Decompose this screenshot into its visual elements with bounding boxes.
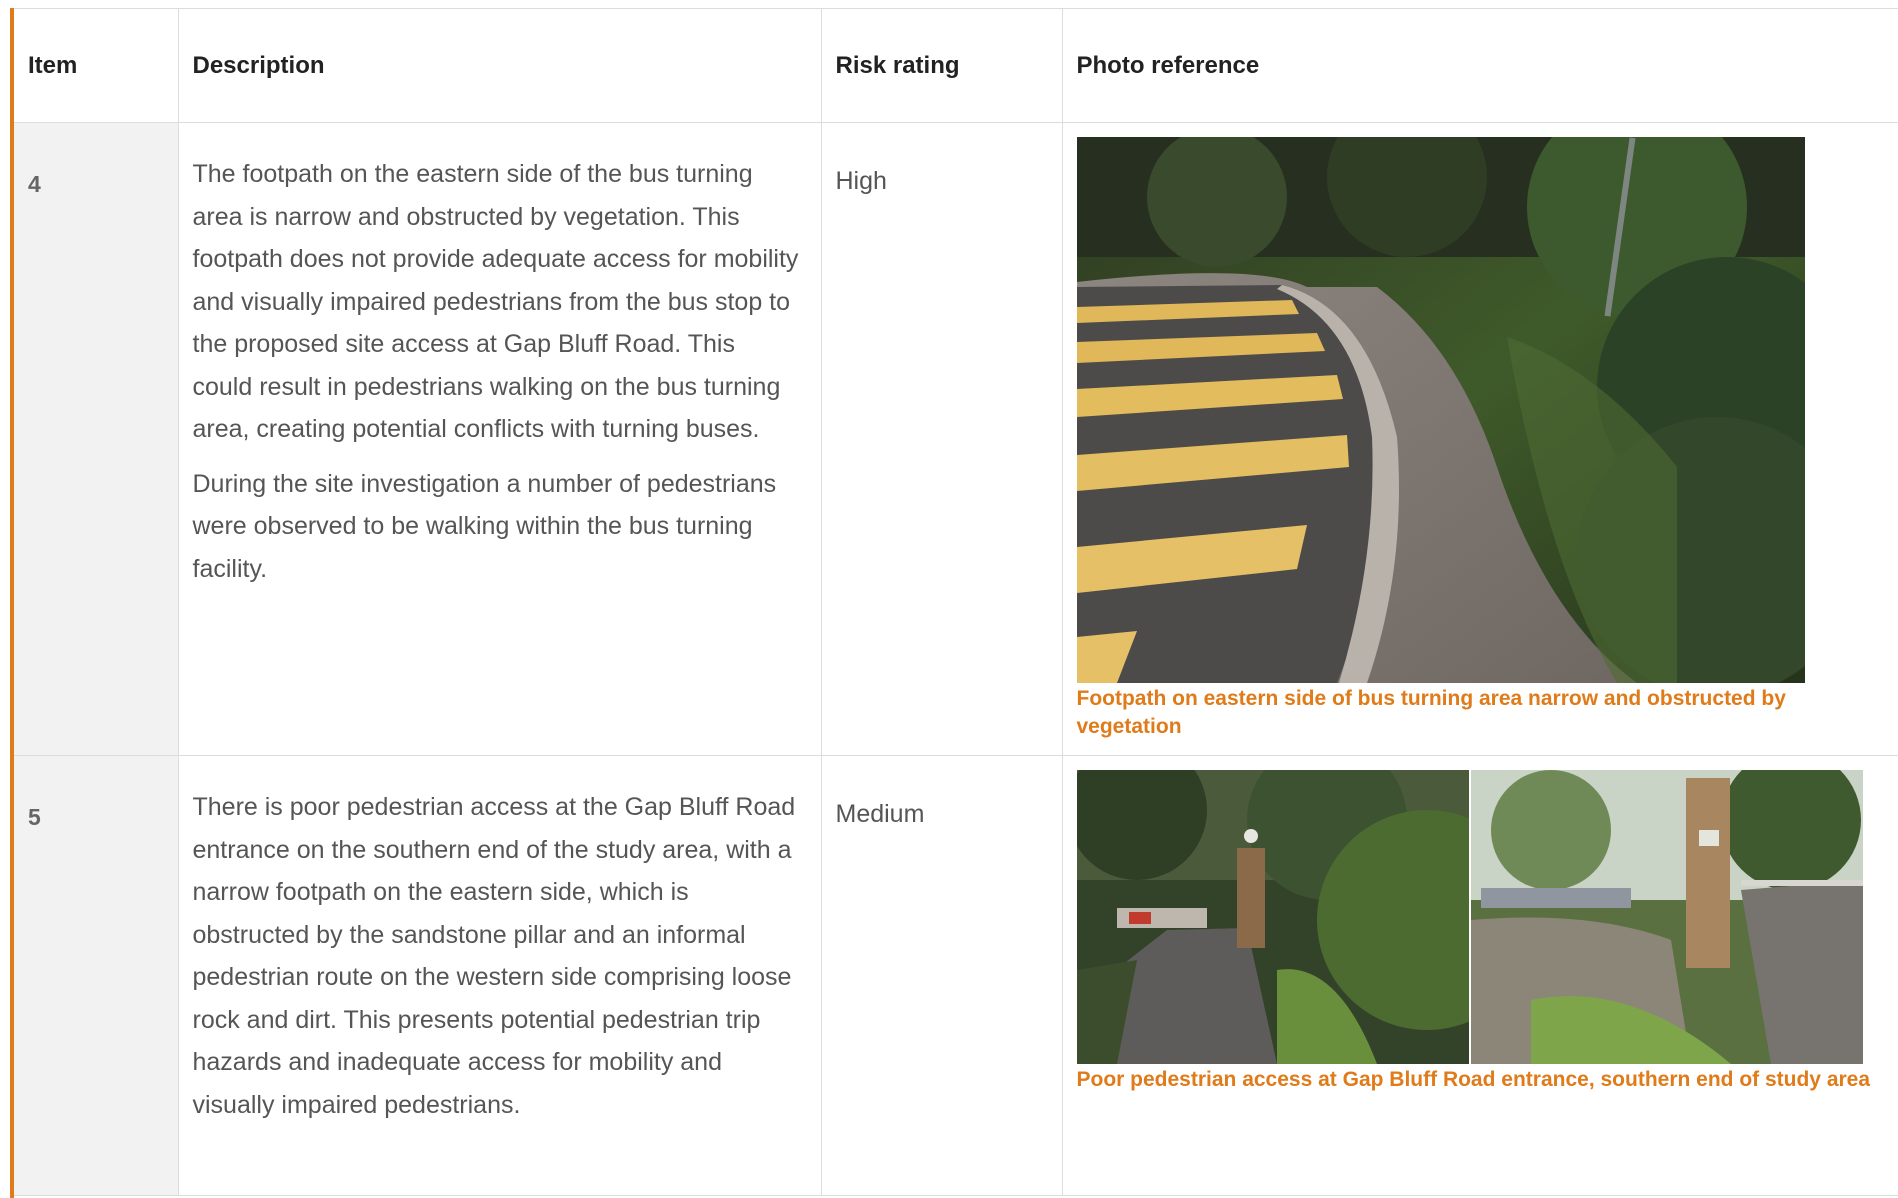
description-paragraph: There is poor pedestrian access at the G… [192,793,796,1119]
header-item: Item [14,8,179,123]
table-row: 4 The footpath on the eastern side of th… [14,122,1898,756]
description-cell: There is poor pedestrian access at the G… [178,755,822,1196]
gap-bluff-entrance-photo-left [1076,770,1469,1064]
photo-caption: Footpath on eastern side of bus turning … [1076,687,1786,738]
risk-rating: Medium [821,755,1063,1196]
header-risk-rating: Risk rating [821,8,1063,123]
table-header-row: Item Description Risk rating Photo refer… [14,8,1898,123]
photo-cell: Poor pedestrian access at Gap Bluff Road… [1062,755,1898,1196]
photo-cell: Footpath on eastern side of bus turning … [1062,122,1898,756]
description-paragraph: During the site investigation a number o… [192,469,777,583]
description-paragraph: The footpath on the eastern side of the … [192,160,799,443]
item-number: 4 [14,122,179,756]
header-photo-reference: Photo reference [1062,8,1898,123]
photo-caption: Poor pedestrian access at Gap Bluff Road… [1076,1068,1871,1091]
gap-bluff-entrance-photo-right [1470,770,1863,1064]
description-cell: The footpath on the eastern side of the … [178,122,822,756]
risk-rating: High [821,122,1063,756]
bus-turning-area-footpath-photo [1076,137,1805,683]
table-row: 5 There is poor pedestrian access at the… [14,755,1898,1196]
risk-assessment-table: Item Description Risk rating Photo refer… [14,8,1898,1196]
item-number: 5 [14,755,179,1196]
header-description: Description [178,8,822,123]
